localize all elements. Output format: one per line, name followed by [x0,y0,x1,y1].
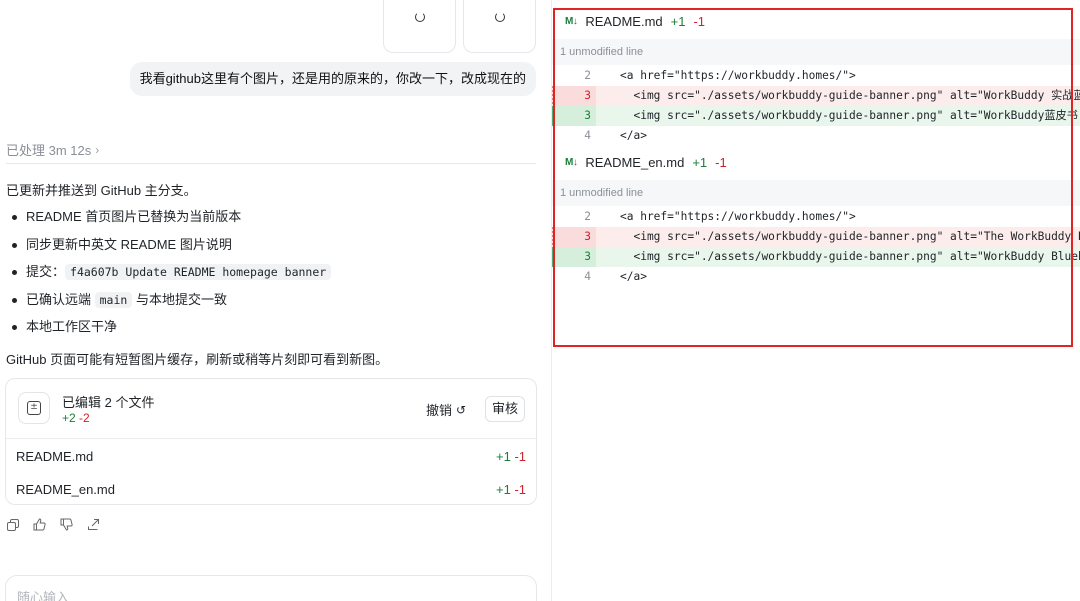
list-item: 提交： f4a607b Update README homepage banner [8,263,332,291]
undo-icon: ↺ [456,402,467,417]
diff-line-added: 3 <img src="./assets/workbuddy-guide-ban… [552,106,1080,126]
branch-code: main [94,291,133,308]
line-code: <a href="https://workbuddy.homes/"> [620,210,856,223]
undo-label: 撤销 [426,403,453,418]
removed-count: -1 [715,154,727,170]
list-item-text: 与本地提交一致 [132,291,227,307]
line-number: 3 [552,86,596,106]
edited-files-card: ± 已编辑 2 个文件 +2 -2 撤销 ↺ 审核 README.md +1 -… [5,378,537,505]
share-icon[interactable] [87,518,100,531]
loading-spinner-icon [415,12,425,22]
diff-file-header[interactable]: M↓ README_en.md +1 -1 [565,150,727,174]
line-code: <img src="./assets/workbuddy-guide-banne… [633,230,1080,243]
loading-card[interactable] [383,0,456,53]
line-number: 2 [584,69,591,82]
added-count: +1 [670,13,686,29]
list-item: 同步更新中英文 README 图片说明 [8,236,331,264]
added-count: +2 [62,411,76,425]
diff-file-name: README.md [585,13,663,29]
loading-spinner-icon [495,12,505,22]
line-code: </a> [620,270,647,283]
unmodified-lines-toggle[interactable]: 1 unmodified line [552,39,1080,65]
list-item-text: 同步更新中英文 README 图片说明 [26,236,232,252]
list-item-text: 提交： [26,264,66,279]
removed-count: -1 [693,13,706,29]
list-item: 已确认远端 main 与本地提交一致 [8,291,331,319]
assistant-intro: 已更新并推送到 GitHub 主分支。 [6,183,197,198]
diff-line-removed: 3 <img src="./assets/workbuddy-guide-ban… [552,227,1080,247]
removed-count: -1 [514,448,526,464]
edited-files-header: ± 已编辑 2 个文件 +2 -2 撤销 ↺ 审核 [6,379,536,439]
line-number: 3 [552,106,596,126]
commit-code: f4a607b Update README homepage banner [65,264,332,280]
diff-icon: ± [18,392,50,424]
diff-file-name: README_en.md [585,154,685,170]
diff-line: 2 <a href="https://workbuddy.homes/"> [552,66,1080,86]
removed-count: -2 [79,411,90,425]
user-message: 我看github这里有个图片，还是用的原来的，你改一下，改成现在的 [129,62,536,96]
file-name: README_en.md [16,481,115,497]
thumbs-down-icon[interactable] [60,518,73,531]
line-code: <img src="./assets/workbuddy-guide-banne… [633,250,1080,263]
thumbs-up-icon[interactable] [33,518,46,531]
chat-input-box[interactable] [5,575,537,601]
chevron-right-icon: › [95,142,100,157]
diff-pane: M↓ README.md +1 -1 1 unmodified line 2 <a… [552,0,1080,601]
chat-input[interactable] [17,590,517,601]
list-item-text: 本地工作区干净 [26,319,118,334]
edited-files-title: 已编辑 2 个文件 [62,395,155,410]
processed-label: 已处理 3m 12s [6,143,92,158]
line-code: </a> [620,129,647,142]
line-number: 4 [584,129,591,142]
file-name: README.md [16,448,94,464]
edited-file-row[interactable]: README_en.md +1 -1 [16,478,526,500]
diff-line: 4 </a> [552,267,1080,287]
line-number: 2 [584,210,591,223]
diff-line-removed: 3 <img src="./assets/workbuddy-guide-ban… [552,86,1080,106]
markdown-icon: M↓ [565,156,578,168]
message-actions [6,518,100,531]
line-code: <img src="./assets/workbuddy-guide-banne… [633,109,1078,122]
unmodified-lines-toggle[interactable]: 1 unmodified line [552,180,1080,206]
line-number: 3 [552,247,596,267]
file-changes: +1 -1 [496,482,526,497]
edited-file-row[interactable]: README.md +1 -1 [16,445,526,467]
line-number: 4 [584,270,591,283]
list-item-text: 已确认远端 [26,291,95,307]
undo-button[interactable]: 撤销 ↺ [426,400,466,419]
markdown-icon: M↓ [565,15,578,27]
cache-note: GitHub 页面可能有短暂图片缓存，刷新或稍等片刻即可看到新图。 [6,352,389,367]
diff-file-header[interactable]: M↓ README.md +1 -1 [565,9,705,33]
line-code: <img src="./assets/workbuddy-guide-banne… [633,89,1080,102]
line-number: 3 [552,227,596,247]
list-item: README 首页图片已替换为当前版本 [8,208,331,236]
added-count: +1 [495,448,511,464]
summary-list: README 首页图片已替换为当前版本 同步更新中英文 README 图片说明 … [8,208,332,346]
list-item-text: README 首页图片已替换为当前版本 [26,209,242,224]
removed-count: -1 [514,481,526,497]
review-button[interactable]: 审核 [485,396,525,422]
diff-line: 4 </a> [552,126,1080,146]
added-count: +1 [495,481,511,497]
edited-files-counts: +2 -2 [62,411,90,425]
loading-card[interactable] [463,0,536,53]
diff-line-added: 3 <img src="./assets/workbuddy-guide-ban… [552,247,1080,267]
copy-icon[interactable] [6,518,19,531]
added-count: +1 [692,154,708,170]
chat-pane: 我看github这里有个图片，还是用的原来的，你改一下，改成现在的 已处理 3m… [0,0,551,601]
diff-line: 2 <a href="https://workbuddy.homes/"> [552,207,1080,227]
list-item: 本地工作区干净 [8,318,331,346]
file-changes: +1 -1 [496,449,526,464]
processed-toggle[interactable]: 已处理 3m 12s › [6,140,99,159]
divider [6,163,536,164]
line-code: <a href="https://workbuddy.homes/"> [620,69,856,82]
